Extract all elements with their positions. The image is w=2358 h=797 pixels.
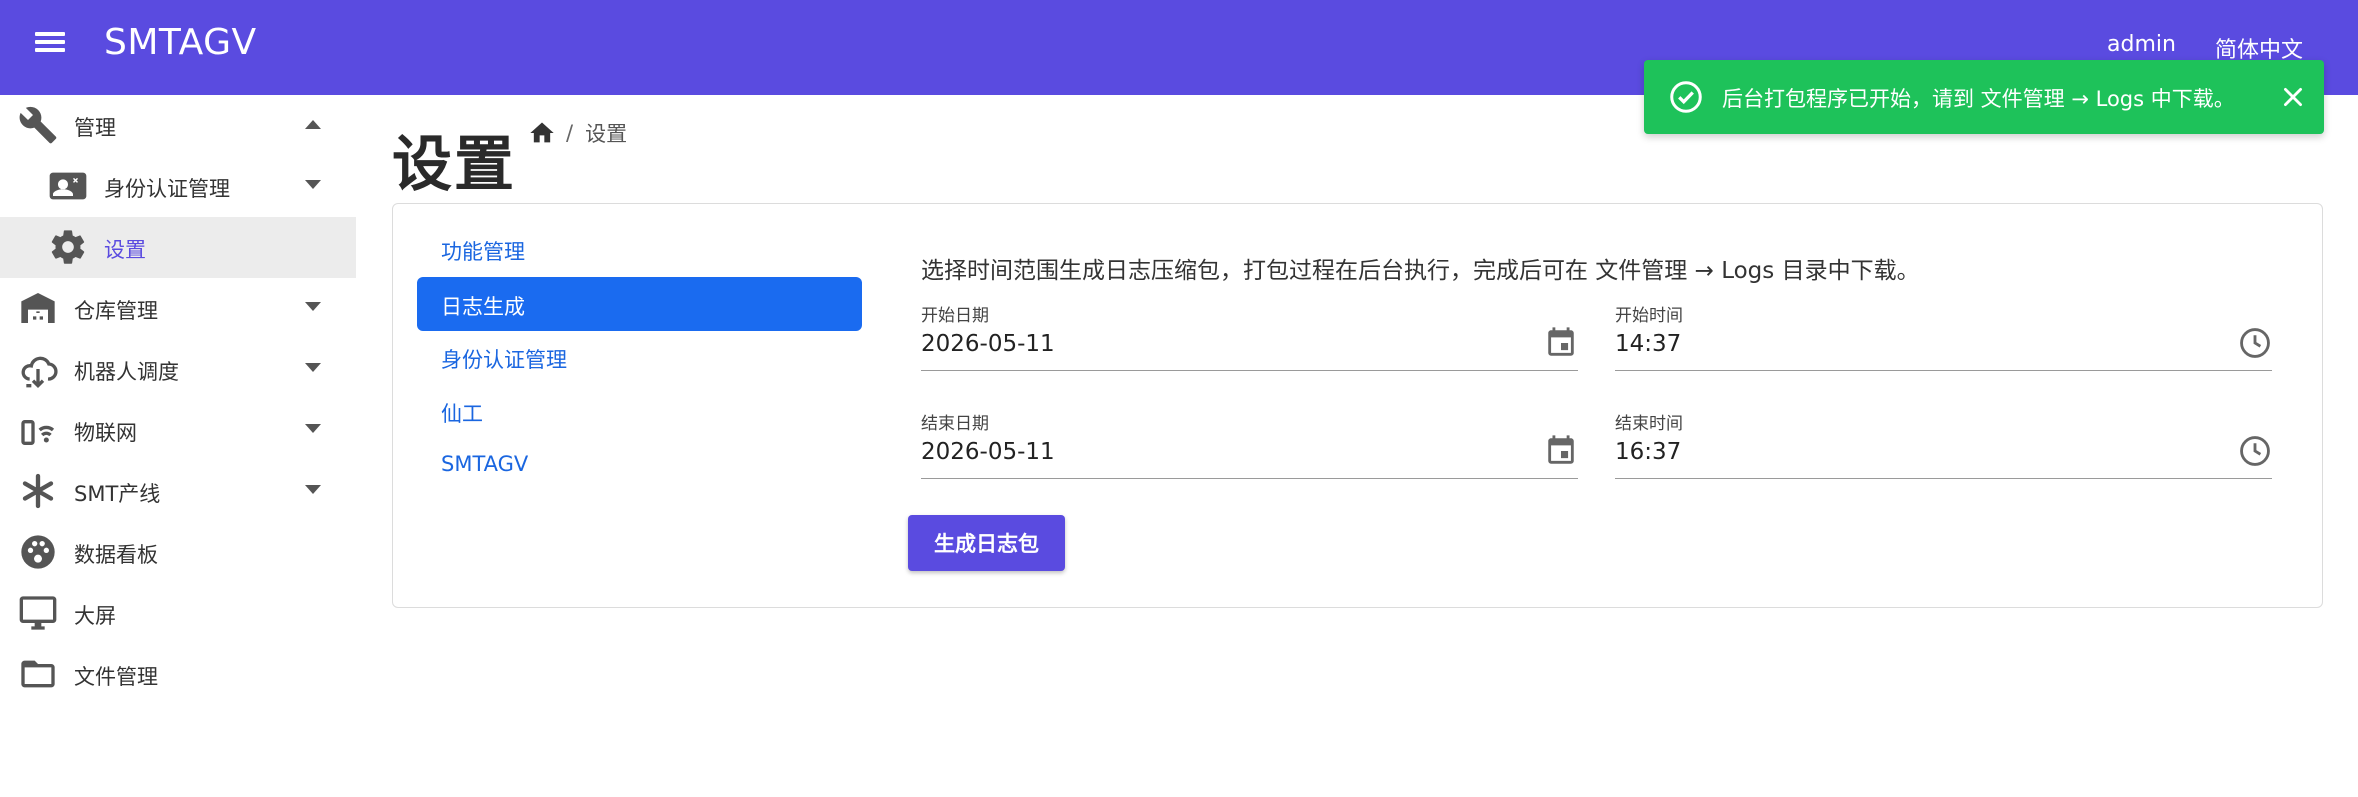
sidebar-item-warehouse[interactable]: 仓库管理: [0, 278, 356, 339]
app-title: SMTAGV: [104, 22, 257, 63]
folder-icon: [18, 654, 58, 694]
sidebar-item-label: 机器人调度: [74, 360, 179, 384]
sidebar-item-label: 仓库管理: [74, 299, 158, 323]
generate-log-package-button[interactable]: 生成日志包: [908, 515, 1065, 571]
tab-smtagv[interactable]: SMTAGV: [441, 452, 528, 476]
start-time-field[interactable]: 开始时间 14:37: [1615, 301, 2272, 371]
id-card-icon: [48, 166, 88, 206]
chevron-up-icon: [305, 119, 321, 129]
field-label: 结束日期: [921, 414, 989, 434]
calendar-icon[interactable]: [1544, 434, 1578, 468]
monitor-icon: [18, 593, 58, 633]
hamburger-menu-icon[interactable]: [20, 26, 80, 70]
robot-dispatch-icon: [18, 349, 58, 389]
user-menu[interactable]: admin: [2107, 32, 2176, 57]
tab-log-generation[interactable]: 日志生成: [417, 277, 862, 331]
field-label: 开始日期: [921, 306, 989, 326]
toast-message: 后台打包程序已开始，请到 文件管理 → Logs 中下载。: [1722, 87, 2235, 111]
breadcrumb-separator: /: [566, 121, 574, 145]
end-date-field[interactable]: 结束日期 2026-05-11: [921, 409, 1578, 479]
end-time-field[interactable]: 结束时间 16:37: [1615, 409, 2272, 479]
sidebar-item-settings[interactable]: 设置: [0, 217, 356, 278]
page-title: 设置: [392, 130, 516, 200]
breadcrumb-current: 设置: [585, 122, 628, 146]
field-label: 结束时间: [1615, 414, 1683, 434]
sidebar-item-management[interactable]: 管理: [0, 95, 356, 156]
chevron-down-icon: [305, 485, 321, 495]
asterisk-icon: [18, 471, 58, 511]
check-circle-icon: [1668, 79, 1704, 115]
start-time-value[interactable]: 14:37: [1615, 331, 1681, 357]
chevron-down-icon: [305, 363, 321, 373]
log-description: 选择时间范围生成日志压缩包，打包过程在后台执行，完成后可在 文件管理 → Log…: [921, 258, 1920, 284]
chevron-down-icon: [305, 424, 321, 434]
close-icon[interactable]: [2280, 84, 2306, 110]
sidebar-item-robot-dispatch[interactable]: 机器人调度: [0, 339, 356, 400]
sidebar-item-label: 数据看板: [74, 543, 158, 567]
sidebar-item-big-screen[interactable]: 大屏: [0, 583, 356, 644]
sidebar-item-label: 大屏: [74, 604, 116, 628]
chevron-down-icon: [305, 302, 321, 312]
warehouse-icon: [18, 288, 58, 328]
home-icon[interactable]: [528, 119, 556, 147]
success-toast: 后台打包程序已开始，请到 文件管理 → Logs 中下载。: [1644, 60, 2324, 134]
start-date-value[interactable]: 2026-05-11: [921, 331, 1055, 357]
sidebar-item-file-management[interactable]: 文件管理: [0, 644, 356, 705]
sidebar-item-label: SMT产线: [74, 482, 161, 506]
sidebar-item-label: 物联网: [74, 421, 137, 445]
field-label: 开始时间: [1615, 306, 1683, 326]
gear-icon: [48, 227, 88, 267]
breadcrumb: / 设置: [528, 118, 627, 148]
end-time-value[interactable]: 16:37: [1615, 439, 1681, 465]
sidebar: 管理 身份认证管理 设置 仓库管理 机器人调度 物联网 SMT产线 数据看板 大…: [0, 95, 356, 797]
sidebar-item-smt-line[interactable]: SMT产线: [0, 461, 356, 522]
sidebar-item-label: 设置: [104, 238, 146, 262]
calendar-icon[interactable]: [1544, 326, 1578, 360]
clock-icon[interactable]: [2238, 434, 2272, 468]
tab-feature-management[interactable]: 功能管理: [441, 236, 525, 266]
wrench-icon: [18, 105, 58, 145]
palette-dashboard-icon: [18, 532, 58, 572]
sidebar-item-iot[interactable]: 物联网: [0, 400, 356, 461]
clock-icon[interactable]: [2238, 326, 2272, 360]
sidebar-item-label: 身份认证管理: [104, 177, 230, 201]
settings-card: 功能管理 日志生成 身份认证管理 仙工 SMTAGV 选择时间范围生成日志压缩包…: [392, 203, 2323, 608]
tab-xiangong[interactable]: 仙工: [441, 398, 483, 428]
end-date-value[interactable]: 2026-05-11: [921, 439, 1055, 465]
start-date-field[interactable]: 开始日期 2026-05-11: [921, 301, 1578, 371]
sidebar-item-identity-auth[interactable]: 身份认证管理: [0, 156, 356, 217]
sidebar-item-dashboard[interactable]: 数据看板: [0, 522, 356, 583]
sidebar-item-label: 管理: [74, 116, 116, 140]
tab-label: 日志生成: [441, 295, 525, 319]
sidebar-item-label: 文件管理: [74, 665, 158, 689]
tab-identity-auth[interactable]: 身份认证管理: [441, 344, 567, 374]
iot-icon: [18, 410, 58, 450]
chevron-down-icon: [305, 180, 321, 190]
